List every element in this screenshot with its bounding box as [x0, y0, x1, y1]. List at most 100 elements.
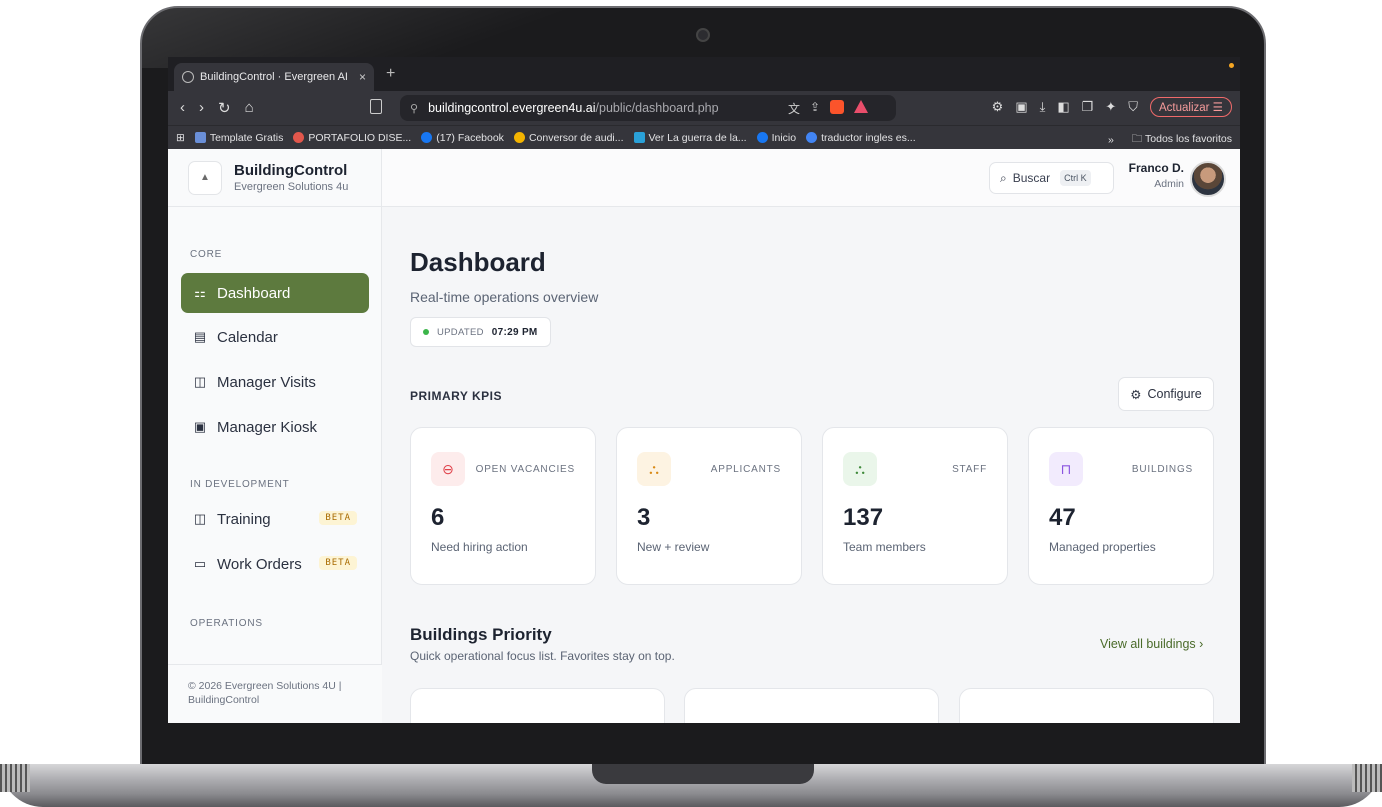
- updated-label: UPDATED: [437, 326, 484, 338]
- avatar[interactable]: [1190, 161, 1226, 197]
- search-icon: ⌕: [1000, 170, 1007, 185]
- sidebar-item-label: Work Orders: [217, 555, 302, 573]
- topbar: ⌕ Buscar Ctrl K Franco D. Admin: [382, 149, 1240, 207]
- section-label-operations: OPERATIONS: [190, 618, 263, 629]
- new-tab-button[interactable]: +: [386, 65, 395, 83]
- ai-icon[interactable]: ✦: [1105, 99, 1116, 115]
- browser-toolbar: ‹ › ↻ ⌂ ⚲ buildingcontrol.evergreen4u.ai…: [168, 91, 1240, 125]
- laptop-notch: [592, 764, 814, 784]
- browser-tab-bar: BuildingControl · Evergreen AI × +: [168, 57, 1240, 91]
- page-subtitle: Real-time operations overview: [410, 289, 599, 305]
- user-role: Admin: [1154, 178, 1184, 190]
- view-all-buildings-link[interactable]: View all buildings ›: [1100, 637, 1203, 651]
- reload-icon[interactable]: ↻: [218, 99, 231, 117]
- kpi-card-buildings[interactable]: ⊓ BUILDINGS 47 Managed properties: [1028, 427, 1214, 585]
- kpi-value: 3: [637, 504, 651, 531]
- sidebar-item-manager-kiosk[interactable]: ▣ Manager Kiosk: [181, 407, 369, 447]
- kpi-card-staff[interactable]: ⛬ STAFF 137 Team members: [822, 427, 1008, 585]
- logo-icon: ▲: [188, 160, 222, 195]
- tab-title: BuildingControl · Evergreen AI: [200, 71, 348, 83]
- section-title-buildings-priority: Buildings Priority: [410, 625, 552, 644]
- bookmark-item[interactable]: traductor ingles es...: [806, 132, 916, 144]
- bookmark-item[interactable]: (17) Facebook: [421, 132, 504, 144]
- grid-icon: ⚏: [194, 285, 206, 300]
- team-icon: ⛬: [843, 452, 877, 486]
- kpi-description: Managed properties: [1049, 540, 1156, 554]
- globe-icon: [182, 71, 194, 83]
- building-card[interactable]: [410, 688, 665, 723]
- updated-badge: UPDATED 07:29 PM: [410, 317, 551, 347]
- main-content: Dashboard Real-time operations overview …: [382, 207, 1240, 723]
- bookmark-item[interactable]: Conversor de audi...: [513, 132, 624, 144]
- bookmark-item[interactable]: Template Gratis: [194, 132, 283, 144]
- folder-icon: 🗀: [1131, 133, 1143, 145]
- brand[interactable]: ▲ BuildingControl Evergreen Solutions 4u: [168, 149, 382, 207]
- close-icon[interactable]: ×: [359, 70, 366, 84]
- sidebar-item-label: Training: [217, 510, 271, 528]
- section-label-core: CORE: [190, 249, 223, 260]
- download-icon[interactable]: ⤓: [1040, 99, 1046, 115]
- document-icon: ▭: [193, 556, 207, 571]
- share-icon[interactable]: ⇪: [810, 100, 820, 117]
- bookmark-item[interactable]: Inicio: [756, 132, 796, 144]
- kpi-label: APPLICANTS: [710, 464, 781, 475]
- forward-icon[interactable]: ›: [199, 99, 204, 117]
- bookmark-favicon: [633, 132, 645, 143]
- home-icon[interactable]: ⌂: [245, 99, 254, 117]
- kpi-card-open-vacancies[interactable]: ⊖ OPEN VACANCIES 6 Need hiring action: [410, 427, 596, 585]
- apps-icon[interactable]: ⊞: [176, 132, 185, 144]
- sidebar-item-dashboard[interactable]: ⚏ Dashboard: [181, 273, 369, 313]
- all-bookmarks-folder[interactable]: 🗀 Todos los favoritos: [1132, 131, 1232, 149]
- sidebar-item-training[interactable]: ◫ Training BETA: [181, 499, 369, 539]
- kpi-value: 6: [431, 504, 445, 531]
- more-bookmarks-button[interactable]: »: [1108, 134, 1114, 146]
- search-button[interactable]: ⌕ Buscar Ctrl K: [989, 162, 1114, 194]
- bookmarks-bar: ⊞ Template Gratis PORTAFOLIO DISE... (17…: [168, 125, 1240, 149]
- search-shortcut: Ctrl K: [1060, 170, 1091, 186]
- configure-button[interactable]: ⚙ Configure: [1118, 377, 1214, 411]
- translate-icon[interactable]: 文: [788, 100, 800, 117]
- sidebar: ▲ BuildingControl Evergreen Solutions 4u…: [168, 149, 382, 723]
- status-dot: [423, 329, 429, 335]
- gear-icon: ⚙: [1130, 387, 1142, 402]
- building-card[interactable]: [684, 688, 939, 723]
- notification-dot: [1229, 63, 1234, 68]
- kpi-label: STAFF: [952, 464, 987, 475]
- chevron-right-icon: ›: [1199, 637, 1204, 651]
- search-label: Buscar: [1012, 171, 1051, 185]
- user-menu[interactable]: Franco D. Admin: [1124, 161, 1184, 190]
- tabs-icon[interactable]: ❐: [1082, 99, 1094, 115]
- book-icon: ◫: [193, 511, 207, 526]
- app: ▲ BuildingControl Evergreen Solutions 4u…: [168, 149, 1240, 723]
- kiosk-icon: ▣: [193, 419, 207, 434]
- brave-shield-icon[interactable]: [830, 100, 845, 114]
- sidebar-item-label: Calendar: [217, 328, 278, 346]
- update-button[interactable]: Actualizar ☰: [1149, 97, 1232, 117]
- brand-subtitle: Evergreen Solutions 4u: [234, 181, 349, 193]
- bookmark-item[interactable]: Ver La guerra de la...: [633, 132, 747, 144]
- page-title: Dashboard: [410, 247, 546, 277]
- vpn-icon[interactable]: ⛉: [1128, 99, 1138, 115]
- kpi-card-applicants[interactable]: ⛬ APPLICANTS 3 New + review: [616, 427, 802, 585]
- site-settings-icon[interactable]: ⚲: [410, 102, 418, 115]
- sidebar-item-calendar[interactable]: ▤ Calendar: [181, 317, 369, 357]
- sidebar-item-manager-visits[interactable]: ◫ Manager Visits: [181, 362, 369, 402]
- brave-rewards-icon[interactable]: [854, 100, 869, 113]
- browser-tab[interactable]: BuildingControl · Evergreen AI ×: [174, 63, 374, 91]
- people-icon: ⛬: [637, 452, 671, 486]
- kpi-description: New + review: [637, 540, 710, 554]
- extensions-icon[interactable]: ⚙: [992, 99, 1004, 115]
- building-card[interactable]: [959, 688, 1214, 723]
- map-icon: ◫: [193, 374, 207, 389]
- bookmark-favicon: [513, 132, 525, 143]
- sidebar-item-work-orders[interactable]: ▭ Work Orders BETA: [181, 544, 369, 584]
- screenshot-icon[interactable]: ▣: [1015, 99, 1027, 115]
- facebook-icon: [756, 132, 768, 143]
- sidebar-toggle-icon[interactable]: ◧: [1057, 99, 1069, 115]
- bookmark-favicon: [194, 132, 206, 143]
- back-icon[interactable]: ‹: [180, 99, 185, 117]
- facebook-icon: [421, 132, 433, 143]
- bookmark-icon[interactable]: [370, 99, 382, 114]
- bookmark-item[interactable]: PORTAFOLIO DISE...: [293, 132, 411, 144]
- sidebar-item-label: Dashboard: [217, 284, 291, 302]
